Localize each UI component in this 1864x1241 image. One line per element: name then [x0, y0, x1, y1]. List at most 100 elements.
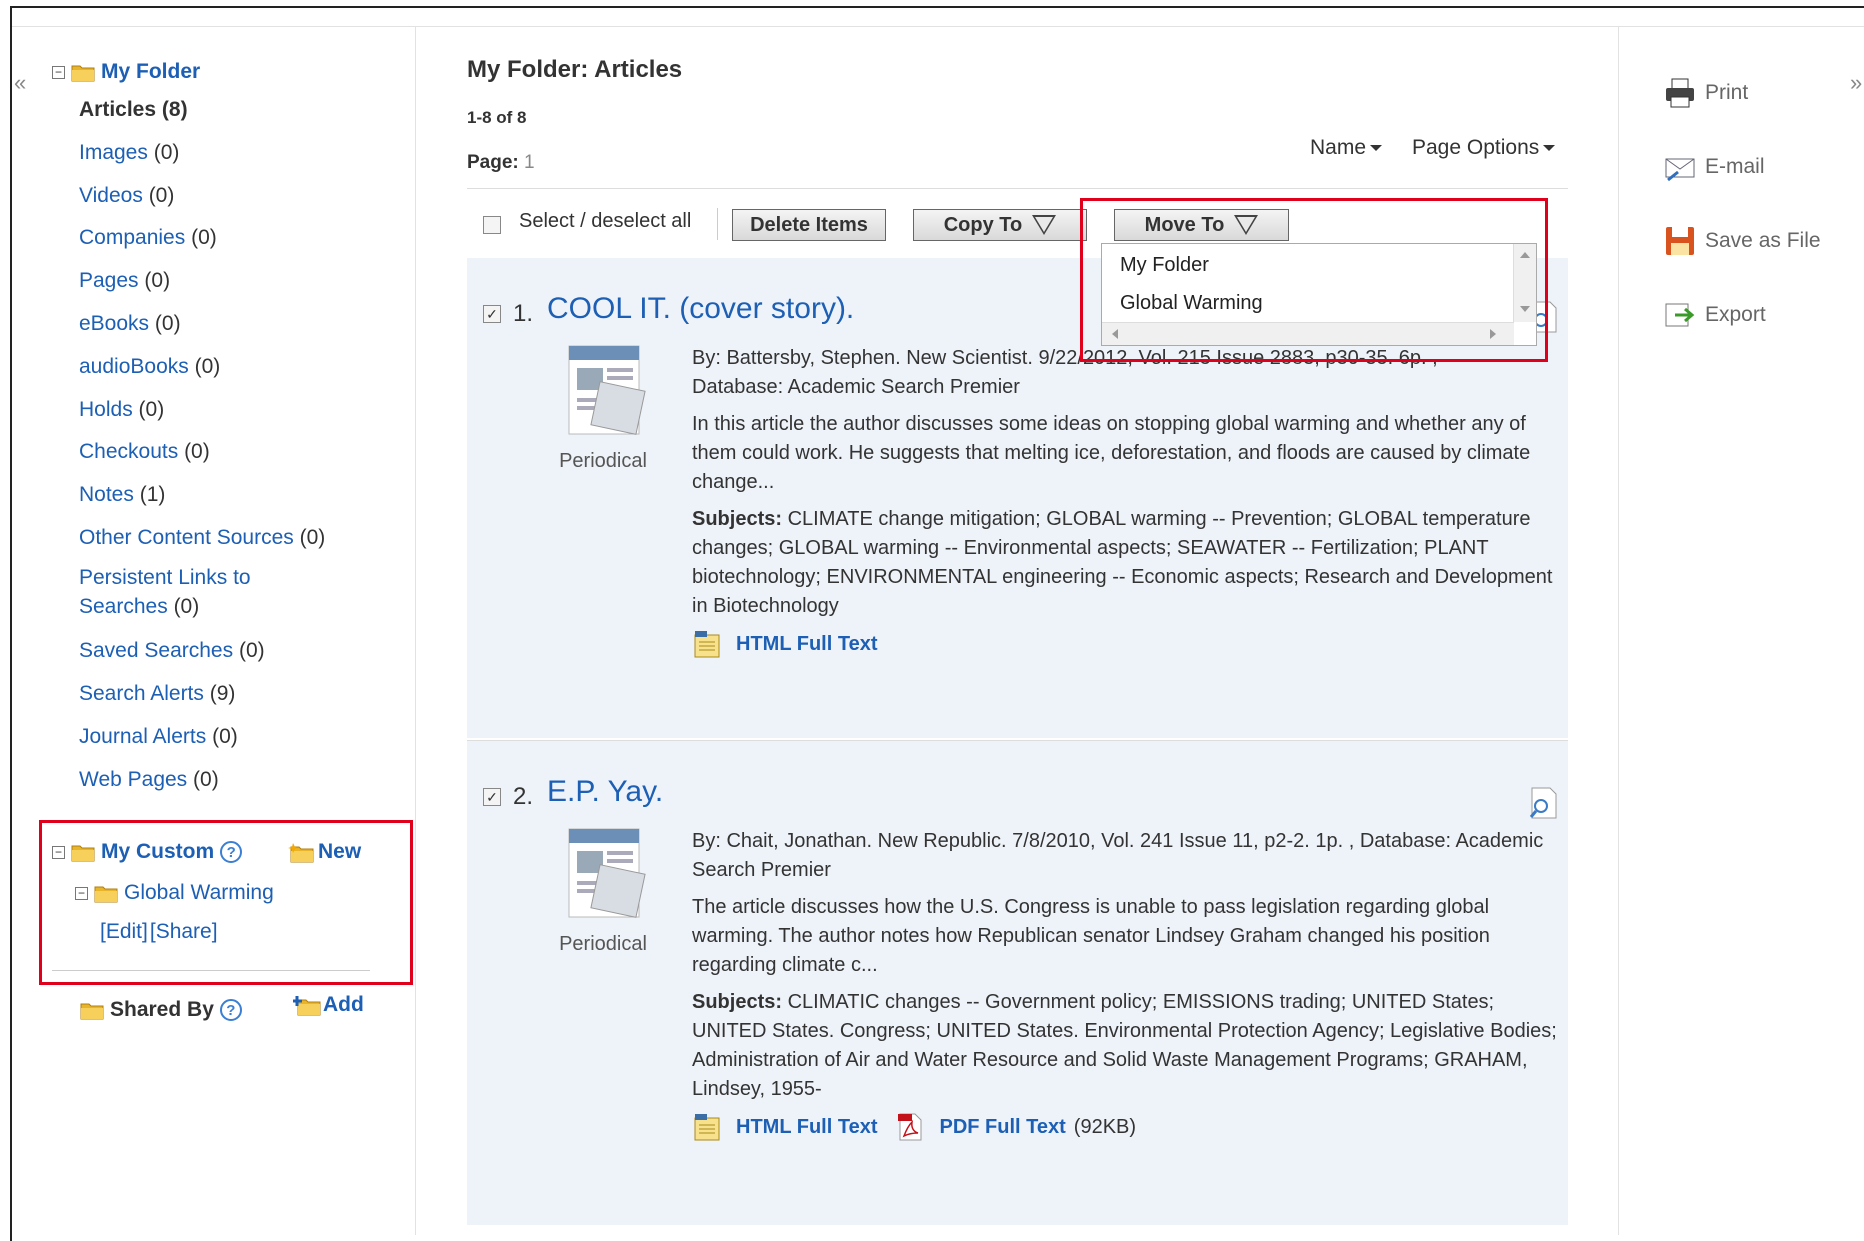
help-icon[interactable]: ?	[219, 999, 242, 1021]
select-all-checkbox[interactable]	[483, 216, 501, 234]
result-checkbox[interactable]: ✓	[483, 788, 501, 806]
sidebar-item-label[interactable]: Notes	[79, 483, 134, 506]
sidebar-item-label[interactable]: eBooks	[79, 312, 149, 335]
add-shared-button[interactable]: Add	[293, 993, 364, 1017]
print-tool[interactable]: Print	[1663, 76, 1748, 110]
save-as-file-tool[interactable]: Save as File	[1663, 224, 1821, 258]
save-as-file-label: Save as File	[1705, 229, 1821, 252]
page-title: My Folder: Articles	[467, 56, 683, 83]
sidebar-item-count: (8)	[161, 98, 188, 121]
sidebar-item[interactable]: Videos (0)	[79, 184, 174, 208]
printer-icon	[1666, 78, 1694, 108]
sidebar-item-label[interactable]: Saved Searches	[79, 639, 233, 662]
toolbar-separator	[717, 208, 718, 240]
add-shared-label[interactable]: Add	[323, 993, 364, 1017]
result-index: 1.	[513, 300, 534, 327]
pdf-full-text-link[interactable]: PDF Full Text	[939, 1113, 1065, 1142]
sidebar-item[interactable]: Web Pages (0)	[79, 768, 219, 792]
sidebar-item-count: (0)	[194, 355, 221, 378]
sidebar-item[interactable]: Checkouts (0)	[79, 440, 210, 464]
preview-icon[interactable]	[1526, 786, 1560, 820]
my-custom-link[interactable]: My Custom	[101, 840, 214, 864]
collapse-tree-icon[interactable]: −	[75, 886, 88, 900]
global-warming-folder[interactable]: − Global Warming	[75, 881, 274, 905]
sidebar-item-count: (0)	[299, 526, 326, 549]
sidebar-item-label-cont[interactable]: Searches	[79, 595, 168, 618]
html-full-text-link[interactable]: HTML Full Text	[736, 630, 877, 659]
sidebar-item[interactable]: Other Content Sources (0)	[79, 526, 325, 550]
sidebar-item-label[interactable]: Videos	[79, 184, 143, 207]
sidebar-item-count: (0)	[191, 226, 217, 249]
sort-by-name-dropdown[interactable]: Name	[1310, 136, 1383, 160]
sidebar-item[interactable]: Pages (0)	[79, 269, 170, 293]
sidebar-item[interactable]: Companies (0)	[79, 226, 217, 250]
global-warming-link[interactable]: Global Warming	[124, 881, 274, 905]
share-folder-link[interactable]: [Share]	[150, 920, 218, 944]
edit-folder-link[interactable]: [Edit]	[100, 920, 148, 944]
page-options-dropdown[interactable]: Page Options	[1412, 136, 1556, 160]
sidebar-item-label[interactable]: Web Pages	[79, 768, 187, 791]
sidebar-item-label[interactable]: Articles	[79, 98, 156, 121]
result-details: By: Chait, Jonathan. New Republic. 7/8/2…	[692, 827, 1562, 1142]
sidebar-item-count: (0)	[173, 595, 200, 618]
chevron-down-icon	[1543, 145, 1556, 152]
sidebar-item-label[interactable]: Holds	[79, 398, 133, 421]
periodical-icon	[568, 828, 646, 918]
result-title-link[interactable]: E.P. Yay.	[547, 775, 663, 809]
page-number[interactable]: 1	[524, 152, 535, 173]
html-full-text-link[interactable]: HTML Full Text	[736, 1113, 877, 1142]
collapse-tree-icon[interactable]: −	[52, 65, 65, 79]
collapse-tree-icon[interactable]: −	[52, 845, 65, 859]
sidebar-item-label[interactable]: Other Content Sources	[79, 526, 294, 549]
sidebar-item[interactable]: audioBooks (0)	[79, 355, 220, 379]
result-type-label: Periodical	[559, 450, 647, 472]
sidebar-item-label[interactable]: Search Alerts	[79, 682, 204, 705]
my-folder-link[interactable]: My Folder	[101, 60, 200, 84]
result-checkbox[interactable]: ✓	[483, 305, 501, 323]
sidebar-item-label[interactable]: Pages	[79, 269, 139, 292]
collapse-right-button[interactable]: »	[1850, 70, 1862, 96]
sidebar-item-label[interactable]: Checkouts	[79, 440, 178, 463]
sidebar-item[interactable]: Notes (1)	[79, 483, 165, 507]
my-folder-root[interactable]: − My Folder	[52, 60, 200, 84]
result-title-link[interactable]: COOL IT. (cover story).	[547, 292, 854, 326]
new-folder-label[interactable]: New	[318, 840, 361, 864]
new-folder-button[interactable]: New	[288, 840, 361, 864]
delete-items-button[interactable]: Delete Items	[732, 209, 886, 241]
collapse-left-button[interactable]: «	[14, 70, 26, 96]
folder-icon	[71, 63, 95, 82]
shared-by-label: Shared By	[110, 998, 214, 1021]
sidebar-item[interactable]: Search Alerts (9)	[79, 682, 235, 706]
sidebar-item[interactable]: Images (0)	[79, 141, 179, 165]
periodical-icon	[568, 345, 646, 435]
sidebar-item-label[interactable]: audioBooks	[79, 355, 189, 378]
export-icon	[1665, 303, 1695, 327]
folder-icon	[94, 884, 118, 903]
sidebar-item-count: (0)	[238, 639, 265, 662]
full-text-links: HTML Full Text PDF Full Text (92KB)	[692, 1112, 1562, 1142]
sidebar-separator	[52, 970, 370, 971]
subjects-label: Subjects:	[692, 991, 783, 1013]
sidebar-item-label[interactable]: Companies	[79, 226, 185, 249]
page-options-label: Page Options	[1412, 136, 1540, 159]
sidebar-item[interactable]: Saved Searches (0)	[79, 639, 265, 663]
result-number: ✓ 1.	[483, 300, 533, 328]
pdf-icon	[898, 1113, 922, 1141]
sidebar-item[interactable]: Articles (8)	[79, 98, 188, 122]
periodical-thumbnail[interactable]: Periodical	[555, 342, 651, 473]
email-tool[interactable]: E-mail	[1663, 150, 1765, 184]
sidebar-item-count: (0)	[153, 141, 180, 164]
sidebar-item[interactable]: Persistent Links to Searches (0)	[79, 563, 251, 621]
sidebar-item[interactable]: Journal Alerts (0)	[79, 725, 238, 749]
sidebar-item-label[interactable]: Images	[79, 141, 148, 164]
sidebar-item[interactable]: Holds (0)	[79, 398, 164, 422]
sidebar-item[interactable]: eBooks (0)	[79, 312, 181, 336]
copy-to-button[interactable]: Copy To	[913, 209, 1087, 241]
page-label: Page:	[467, 152, 519, 173]
sidebar-item-label[interactable]: Persistent Links to	[79, 566, 251, 589]
export-tool[interactable]: Export	[1663, 298, 1766, 332]
help-icon[interactable]: ?	[220, 841, 243, 863]
folder-actions: [Edit] [Share]	[100, 920, 218, 944]
periodical-thumbnail[interactable]: Periodical	[555, 825, 651, 956]
sidebar-item-label[interactable]: Journal Alerts	[79, 725, 206, 748]
